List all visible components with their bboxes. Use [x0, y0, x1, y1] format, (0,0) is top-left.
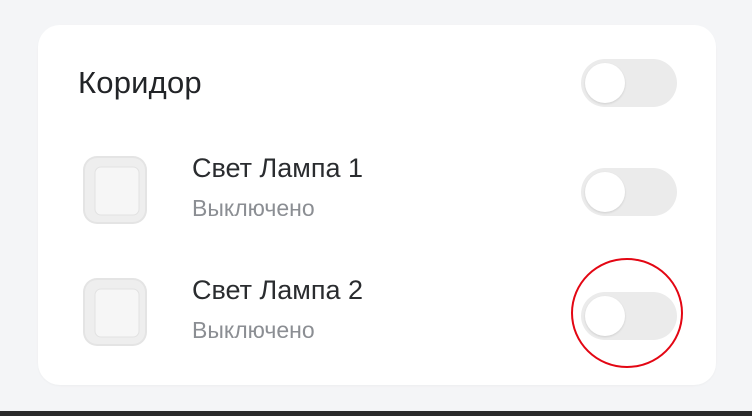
device-status: Выключено: [192, 317, 315, 343]
light-switch-icon: [83, 278, 147, 346]
bottom-bar: [0, 411, 752, 416]
toggle-knob: [585, 172, 625, 212]
device-name: Свет Лампа 1: [192, 153, 363, 183]
toggle-knob: [585, 63, 625, 103]
room-card: Коридор Свет Лампа 1 Выключено Свет Ламп…: [38, 25, 716, 385]
toggle-knob: [585, 296, 625, 336]
lamp-1-toggle[interactable]: [581, 168, 677, 216]
room-title: Коридор: [78, 65, 202, 100]
device-name: Свет Лампа 2: [192, 275, 363, 305]
light-switch-icon: [83, 156, 147, 224]
lamp-2-toggle[interactable]: [581, 292, 677, 340]
device-row-lamp-2[interactable]: Свет Лампа 2 Выключено: [38, 265, 716, 375]
device-row-lamp-1[interactable]: Свет Лампа 1 Выключено: [38, 143, 716, 253]
device-status: Выключено: [192, 195, 315, 221]
room-toggle[interactable]: [581, 59, 677, 107]
